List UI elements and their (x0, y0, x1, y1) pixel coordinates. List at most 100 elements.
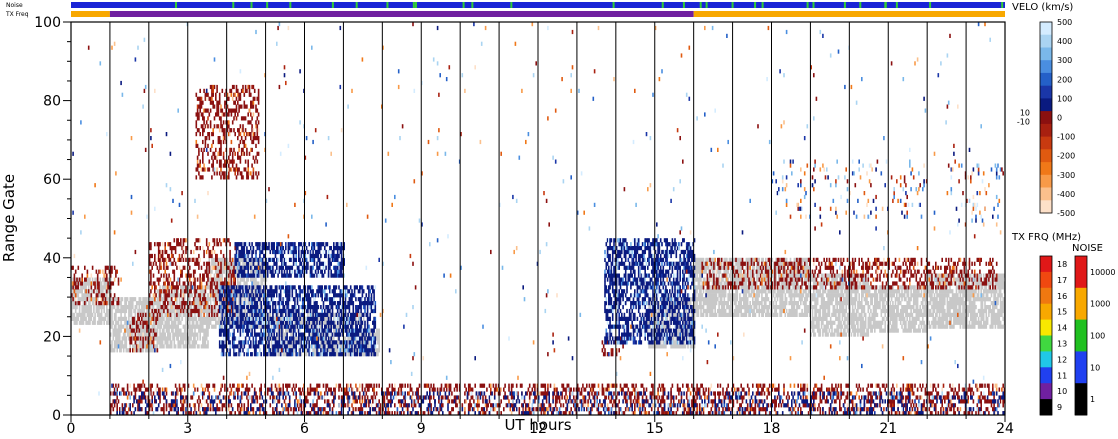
range-cell (791, 297, 793, 302)
range-cell (100, 308, 103, 314)
range-cell (726, 257, 728, 262)
range-cell (750, 305, 753, 310)
range-cell (161, 312, 164, 317)
range-cell (138, 305, 141, 310)
range-cell (807, 293, 810, 298)
range-cell (867, 308, 870, 314)
range-cell (946, 297, 949, 302)
range-cell (797, 301, 799, 306)
range-cell (883, 316, 885, 321)
range-cell (90, 316, 93, 321)
range-cell (89, 277, 91, 282)
noise-strip-mark (612, 2, 615, 8)
range-cell (700, 277, 702, 282)
range-cell (191, 293, 194, 298)
range-cell (243, 277, 246, 282)
range-cell (113, 305, 116, 310)
noise-strip-mark (510, 2, 513, 8)
range-cell (125, 301, 128, 306)
range-cell (854, 305, 857, 310)
range-cell (122, 348, 125, 353)
range-cell (121, 340, 124, 345)
range-cell (180, 312, 182, 317)
range-cell (902, 312, 905, 317)
range-cell (864, 316, 867, 321)
range-cell (928, 320, 931, 325)
range-cell (753, 289, 755, 294)
range-cell (112, 336, 115, 341)
range-cell (207, 293, 209, 298)
range-cell (378, 332, 380, 337)
range-cell (106, 293, 108, 298)
range-cell (200, 312, 203, 317)
range-cell (884, 305, 886, 310)
range-cell (765, 289, 767, 294)
range-cell (868, 312, 871, 317)
range-cell (189, 320, 191, 325)
range-cell (944, 297, 946, 302)
range-cell (696, 273, 698, 278)
range-cell (204, 340, 207, 345)
range-cell (893, 308, 895, 314)
range-cell (76, 305, 78, 310)
range-cell (740, 269, 742, 274)
range-cell (128, 316, 130, 321)
range-cell (802, 293, 805, 298)
range-cell (191, 328, 194, 333)
range-cell (685, 308, 688, 314)
range-cell (823, 297, 825, 302)
range-cell (126, 297, 129, 302)
range-cell (697, 312, 700, 317)
noise-strip-mark (682, 2, 685, 8)
range-cell (378, 348, 380, 353)
range-cell (854, 301, 857, 306)
range-cell (837, 289, 840, 294)
range-cell (867, 273, 870, 278)
range-cell (850, 332, 853, 337)
range-cell (696, 301, 698, 306)
range-cell (859, 281, 862, 286)
range-cell (727, 301, 729, 306)
range-cell (767, 308, 770, 314)
range-cell (793, 305, 796, 310)
range-cell (918, 289, 920, 294)
range-cell (864, 312, 867, 317)
range-cell (134, 297, 137, 302)
range-cell (116, 348, 118, 353)
range-cell (106, 305, 108, 310)
range-cell (724, 293, 727, 298)
range-cell (874, 328, 876, 333)
range-cell (800, 301, 802, 306)
range-cell (929, 324, 932, 329)
range-cell (176, 301, 178, 306)
range-cell (117, 320, 120, 325)
range-cell (125, 336, 128, 341)
range-cell (177, 324, 179, 329)
range-cell (170, 316, 173, 321)
noise-strip-mark (699, 2, 702, 8)
noise-strip-mark (412, 2, 415, 8)
range-cell (805, 301, 807, 306)
range-cell (224, 269, 226, 274)
range-cell (784, 312, 787, 317)
range-cell (104, 316, 107, 321)
range-cell (74, 308, 77, 314)
range-cell (828, 305, 831, 310)
range-cell (944, 308, 946, 314)
range-cell (776, 312, 779, 317)
range-cell (816, 301, 819, 306)
range-cell (146, 332, 148, 337)
range-cell (916, 305, 919, 310)
range-cell (189, 340, 191, 345)
range-cell (739, 293, 741, 298)
range-cell (897, 305, 899, 310)
range-cell (824, 308, 827, 314)
range-cell (884, 320, 886, 325)
range-cell (942, 305, 945, 310)
range-cell (801, 308, 803, 314)
range-cell (885, 289, 888, 294)
range-cell (853, 320, 855, 325)
range-cell (749, 312, 751, 317)
range-cell (920, 308, 923, 314)
range-cell (827, 332, 829, 337)
